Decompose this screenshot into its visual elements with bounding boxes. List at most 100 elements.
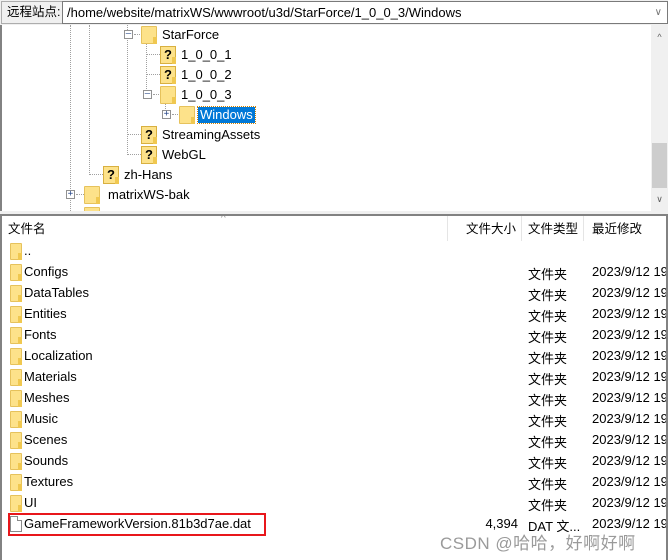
row-icon (10, 264, 22, 284)
file-list-row[interactable]: Music 文件夹 2023/9/12 19 (2, 409, 668, 430)
file-name: Configs (24, 264, 69, 279)
file-list-row[interactable]: Sounds 文件夹 2023/9/12 19 (2, 451, 668, 472)
file-modified: 2023/9/12 19 (592, 411, 668, 426)
file-type: 文件夹 (528, 435, 568, 450)
tree-guide-line (127, 134, 141, 135)
folder-icon (10, 453, 22, 470)
remote-path-text: /home/website/matrixWS/wwwroot/u3d/StarF… (67, 5, 462, 20)
remote-path-input[interactable]: /home/website/matrixWS/wwwroot/u3d/StarF… (62, 1, 668, 24)
file-list-header: 文件名 ^ 文件大小 文件类型 最近修改 (2, 216, 668, 241)
expand-toggle[interactable]: + (162, 110, 171, 119)
file-name: Sounds (24, 453, 69, 468)
tree-guide-line (127, 154, 141, 155)
tree-vertical-scrollbar[interactable]: ^ ∨ (651, 25, 668, 211)
file-list-row[interactable]: Localization 文件夹 2023/9/12 19 (2, 346, 668, 367)
tree-guide-line (172, 114, 178, 115)
tree-guide-line (134, 34, 140, 35)
row-icon (10, 411, 22, 431)
file-list-row[interactable]: Scenes 文件夹 2023/9/12 19 (2, 430, 668, 451)
tree-guide-line (146, 43, 147, 95)
collapse-toggle[interactable]: – (124, 30, 133, 39)
tree-node-1-0-0-1[interactable]: ? 1_0_0_1 (160, 45, 234, 65)
file-name: Textures (24, 474, 74, 489)
file-list-row[interactable]: .. (2, 241, 668, 262)
file-modified: 2023/9/12 19 (592, 474, 668, 489)
unknown-folder-icon: ? (160, 46, 176, 64)
collapse-toggle[interactable]: – (143, 90, 152, 99)
scrollbar-thumb[interactable] (652, 143, 667, 188)
remote-site-bar: 远程站点: /home/website/matrixWS/wwwroot/u3d… (0, 0, 668, 25)
remote-file-list: 文件名 ^ 文件大小 文件类型 最近修改 .. Configs 文件夹 2023/9/… (0, 216, 668, 560)
tree-guide-line (146, 74, 160, 75)
selected-node-label: Windows (197, 106, 256, 124)
file-modified: 2023/9/12 19 (592, 369, 668, 384)
folder-icon (10, 327, 22, 344)
unknown-folder-icon: ? (141, 146, 157, 164)
file-type: 文件夹 (528, 372, 568, 387)
column-header-size[interactable]: 文件大小 (448, 216, 522, 241)
file-type: 文件夹 (528, 393, 568, 408)
expand-toggle[interactable]: + (66, 190, 75, 199)
file-name: Meshes (24, 390, 70, 405)
tree-guide-line (89, 25, 90, 175)
tree-node-starforce[interactable]: StarForce (141, 25, 221, 45)
row-icon (10, 306, 22, 326)
scroll-down-icon[interactable]: ∨ (651, 191, 668, 208)
file-name: .. (24, 243, 32, 258)
folder-icon (179, 106, 195, 124)
file-type: 文件夹 (528, 351, 568, 366)
tree-node-webgl[interactable]: ? WebGL (141, 145, 208, 165)
chevron-down-icon[interactable]: ∨ (655, 2, 662, 23)
tree-guide-line (127, 40, 128, 155)
folder-icon (10, 411, 22, 428)
remote-site-label: 远程站点: (1, 1, 63, 24)
unknown-folder-icon: ? (103, 166, 119, 184)
folder-icon (10, 474, 22, 491)
file-list-row[interactable]: Meshes 文件夹 2023/9/12 19 (2, 388, 668, 409)
file-type: 文件夹 (528, 309, 568, 324)
folder-icon (10, 369, 22, 386)
tree-guide-line (146, 54, 160, 55)
file-modified: 2023/9/12 19 (592, 327, 668, 342)
tree-guide-line (70, 25, 71, 211)
folder-icon (10, 306, 22, 323)
column-header-modified[interactable]: 最近修改 (584, 216, 668, 241)
row-icon (10, 474, 22, 494)
tree-guide-line (89, 174, 103, 175)
file-modified: 2023/9/12 19 (592, 432, 668, 447)
file-list-row[interactable]: Fonts 文件夹 2023/9/12 19 (2, 325, 668, 346)
row-icon (10, 243, 22, 263)
tree-node-streamingassets[interactable]: ? StreamingAssets (141, 125, 262, 145)
tree-node-zh-hans[interactable]: ? zh-Hans (103, 165, 174, 185)
file-list-row[interactable]: Textures 文件夹 2023/9/12 19 (2, 472, 668, 493)
folder-icon (10, 432, 22, 449)
file-name: Materials (24, 369, 77, 384)
folder-icon (10, 390, 22, 407)
file-name: Fonts (24, 327, 57, 342)
unknown-folder-icon: ? (141, 126, 157, 144)
highlight-annotation-box (8, 513, 266, 536)
tree-node-windows[interactable]: Windows (179, 105, 256, 125)
file-type: 文件夹 (528, 267, 568, 282)
file-type: 文件夹 (528, 330, 568, 345)
file-list-row[interactable]: DataTables 文件夹 2023/9/12 19 (2, 283, 668, 304)
scroll-up-icon[interactable]: ^ (651, 29, 668, 46)
file-name: Entities (24, 306, 67, 321)
file-list-row[interactable]: Entities 文件夹 2023/9/12 19 (2, 304, 668, 325)
tree-node-1-0-0-3[interactable]: 1_0_0_3 (160, 85, 234, 105)
file-list-row[interactable]: Materials 文件夹 2023/9/12 19 (2, 367, 668, 388)
row-icon (10, 369, 22, 389)
file-modified: 2023/9/12 19 (592, 306, 668, 321)
file-modified: 2023/9/12 19 (592, 285, 668, 300)
tree-node-matrixws-bak[interactable]: matrixWS-bak (84, 185, 192, 205)
tree-node-1-0-0-2[interactable]: ? 1_0_0_2 (160, 65, 234, 85)
row-icon (10, 495, 22, 515)
column-header-type[interactable]: 文件类型 (522, 216, 584, 241)
file-list-row[interactable]: Configs 文件夹 2023/9/12 19 (2, 262, 668, 283)
row-icon (10, 453, 22, 473)
tree-guide-line (153, 94, 159, 95)
file-name: Music (24, 411, 58, 426)
file-modified: 2023/9/12 19 (592, 390, 668, 405)
file-list-row[interactable]: UI 文件夹 2023/9/12 19 (2, 493, 668, 514)
folder-icon (10, 243, 22, 260)
